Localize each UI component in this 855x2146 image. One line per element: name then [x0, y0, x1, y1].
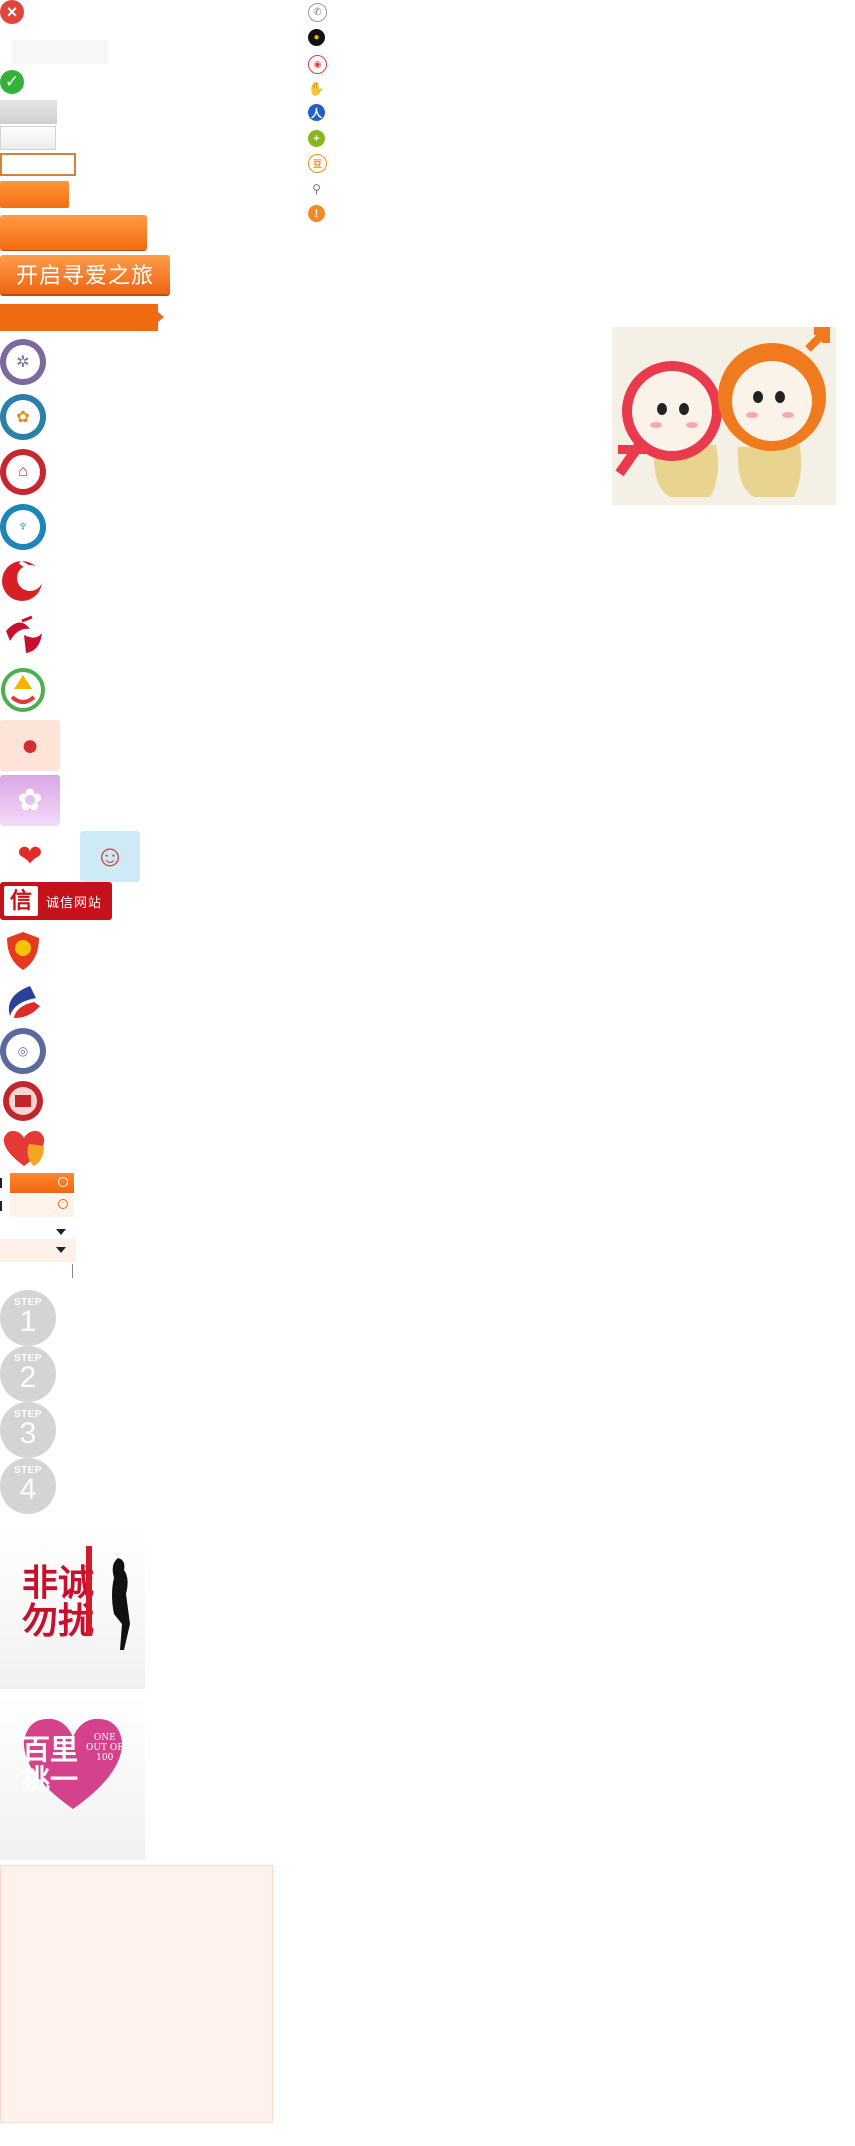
crescent-logo-icon [0, 558, 46, 604]
dropdown-select[interactable] [0, 1239, 76, 1262]
search-icon[interactable]: ⚲ [308, 180, 325, 197]
red-fruit-icon: ● [0, 720, 60, 771]
qq-icon[interactable]: ● [308, 29, 325, 46]
university-seal-icon: ✲ [0, 339, 46, 385]
step-1-circle: STEP 1 [0, 1290, 56, 1346]
step-4-circle: STEP 4 [0, 1458, 56, 1514]
gray-button[interactable] [0, 100, 57, 124]
step-2-circle: STEP 2 [0, 1346, 56, 1402]
nurse-avatar-icon: ☺ [80, 831, 140, 882]
kaixin-icon[interactable]: + [308, 130, 325, 147]
step-number: 1 [19, 1305, 37, 1338]
minus-circle-icon: - [58, 1199, 68, 1209]
step-number: 3 [19, 1417, 37, 1450]
poster-title: 百里挑一 [22, 1733, 79, 1796]
weibo-icon[interactable]: ◉ [308, 55, 327, 74]
tick-mark [0, 1201, 2, 1211]
outline-button[interactable] [0, 153, 76, 176]
check-icon: ✓ [0, 70, 24, 94]
heart-box-icon: ❤ [0, 831, 60, 882]
phone-icon[interactable]: ✆ [308, 3, 327, 22]
swoosh-logo-icon [0, 978, 46, 1024]
heart-shield-icon [0, 1126, 48, 1168]
step-number: 4 [19, 1473, 37, 1506]
poster-fei-cheng-wu-rao[interactable]: 非诚勿扰 [0, 1524, 145, 1689]
tick-mark [0, 1178, 2, 1188]
tab-active[interactable]: · [10, 1173, 74, 1193]
normal-university-seal-icon: ⌂ [0, 449, 46, 495]
orange-button-small[interactable] [0, 181, 69, 208]
close-icon[interactable]: × [0, 0, 24, 24]
subtitle-line: ONE [93, 1733, 116, 1743]
poster-bai-li-tiao-yi[interactable]: 百里挑一 ONE OUT OF 100 [0, 1695, 145, 1860]
poster-subtitle: ONE OUT OF 100 [86, 1733, 123, 1763]
emblem-seal-icon: ◎ [0, 1028, 46, 1074]
trust-char-icon: 信 [4, 886, 38, 916]
subtitle-line: 100 [96, 1753, 114, 1763]
text-cursor [72, 1264, 73, 1278]
service-seal-icon: ♆ [0, 504, 46, 550]
people-logo-icon [0, 611, 46, 657]
step-3-circle: STEP 3 [0, 1402, 56, 1458]
step-number: 2 [19, 1361, 37, 1394]
association-seal-icon: ✿ [0, 394, 46, 440]
tab-inactive[interactable]: - [10, 1195, 74, 1217]
clock-icon: · [58, 1177, 68, 1187]
trust-badge-label: 诚信网站 [46, 894, 103, 910]
placeholder-bar [12, 40, 108, 64]
couple-mascot-illustration [612, 327, 836, 505]
baidu-icon[interactable]: ✋ [308, 80, 325, 97]
chevron-down-icon [56, 1247, 66, 1253]
lily-flower-icon: ✿ [0, 775, 60, 826]
subtitle-line: OUT OF [86, 1743, 124, 1753]
red-bar [86, 1546, 92, 1636]
douban-icon[interactable]: 豆 [308, 154, 327, 173]
renren-icon[interactable]: 人 [308, 104, 325, 121]
orange-ribbon [0, 304, 164, 331]
police-shield-icon [4, 930, 42, 972]
orange-button-medium[interactable] [0, 215, 147, 250]
silhouette-figure [112, 1558, 130, 1650]
info-icon[interactable]: ! [308, 205, 325, 222]
bell-logo-icon [0, 667, 46, 713]
content-panel [0, 1865, 273, 2123]
verified-seal-icon [0, 1078, 46, 1124]
trust-website-badge[interactable]: 信 诚信网站 [0, 882, 112, 920]
start-journey-button[interactable]: 开启寻爱之旅 [0, 255, 170, 296]
chevron-down-icon[interactable] [56, 1229, 66, 1235]
light-gray-button[interactable] [0, 126, 56, 150]
